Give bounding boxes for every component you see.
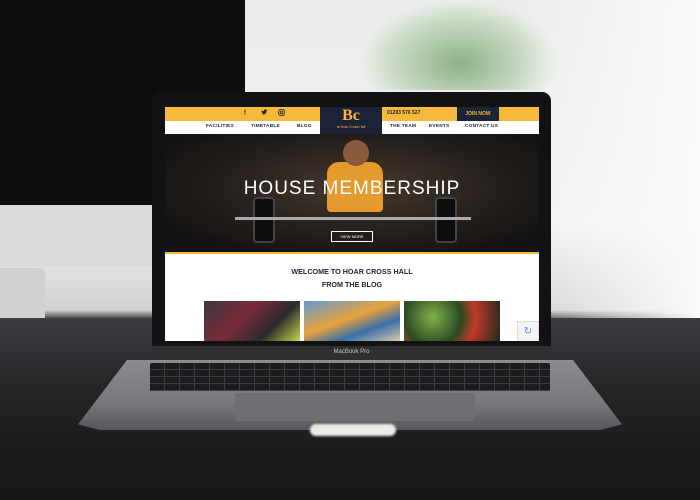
facebook-icon[interactable]: f: [244, 109, 246, 119]
keyboard[interactable]: [150, 363, 550, 391]
monitor-stand: [0, 205, 160, 267]
nav-facilities[interactable]: FACILITIES: [206, 124, 234, 129]
hero-title: HOUSE MEMBERSHIP: [243, 178, 461, 199]
laptop-front-reflection: [310, 424, 396, 436]
twitter-icon[interactable]: [261, 109, 268, 120]
recaptcha-badge[interactable]: ↻: [517, 321, 539, 341]
laptop-hinge: MacBook Pro: [152, 346, 551, 362]
weight-plate-left: [253, 197, 275, 243]
laptop-model-label: MacBook Pro: [333, 349, 370, 355]
barbell: [235, 217, 471, 220]
blog-card-2[interactable]: [304, 301, 400, 341]
nav-timetable[interactable]: TIMETABLE: [251, 124, 280, 129]
nav-blog[interactable]: BLOG: [297, 124, 312, 129]
nav-contact-us[interactable]: CONTACT US: [465, 124, 498, 129]
logo-mark: Bc: [342, 107, 360, 124]
hero-banner: HOUSE MEMBERSHIP VIEW MORE: [165, 134, 539, 275]
instagram-icon[interactable]: [278, 109, 285, 120]
view-more-button[interactable]: VIEW MORE: [331, 231, 373, 242]
carousel-dots: [344, 244, 364, 275]
join-now-button[interactable]: JOIN NOW: [457, 107, 499, 121]
nav-events[interactable]: EVENTS: [429, 124, 449, 129]
site-logo[interactable]: Bc at Hoar Cross Hall: [320, 107, 382, 134]
blog-heading: FROM THE BLOG: [321, 280, 383, 289]
laptop-screen: f 01283 576 527 JOIN NOW FACILITIES TIME…: [165, 107, 539, 341]
blog-card-1[interactable]: [204, 301, 300, 341]
logo-subtitle: at Hoar Cross Hall: [336, 125, 366, 129]
weight-plate-right: [435, 197, 457, 243]
trackpad[interactable]: [235, 393, 475, 421]
athlete-head: [343, 140, 369, 166]
phone-number[interactable]: 01283 576 527: [387, 110, 420, 116]
welcome-heading: WELCOME TO HOAR CROSS HALL: [291, 267, 413, 276]
nav-the-team[interactable]: THE TEAM: [390, 124, 416, 129]
blog-card-3[interactable]: [404, 301, 500, 341]
accent-stripe: [165, 252, 539, 254]
